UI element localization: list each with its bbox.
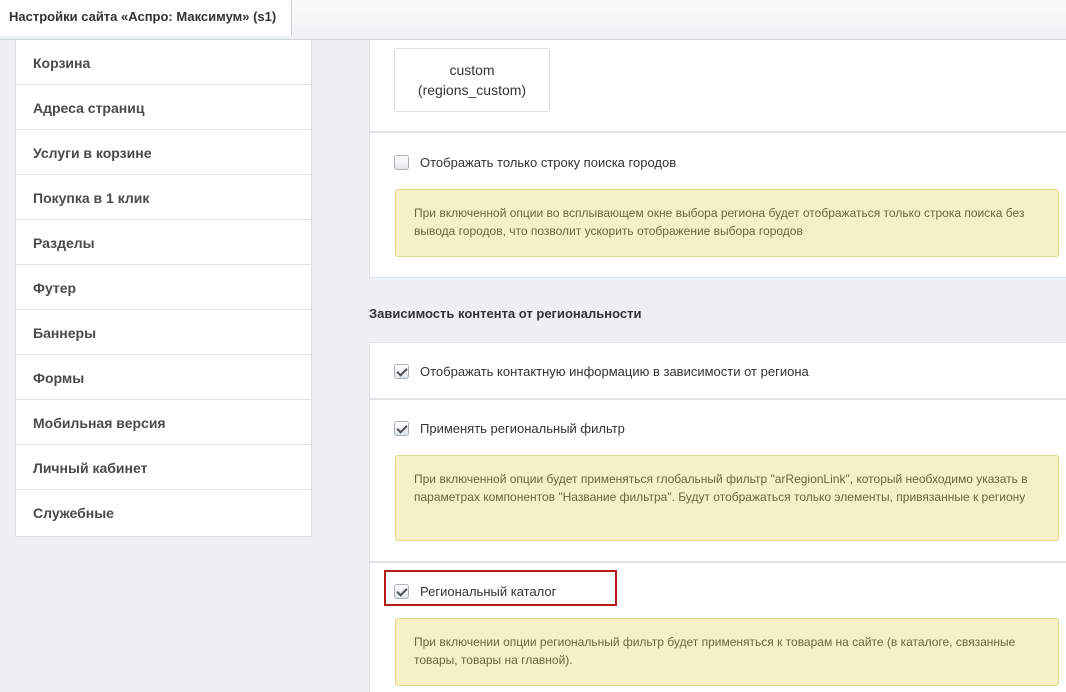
sidebar-item-account[interactable]: Личный кабинет [16, 445, 311, 490]
contacts-panel: Отображать контактную информацию в завис… [369, 342, 1066, 399]
sidebar-item-cart-services[interactable]: Услуги в корзине [16, 130, 311, 175]
sidebar-item-footer[interactable]: Футер [16, 265, 311, 310]
template-tile-code: (regions_custom) [417, 82, 527, 98]
top-tab-bar: Настройки сайта «Аспро: Максимум» (s1) [0, 0, 1066, 40]
template-tile-name: custom [449, 62, 495, 78]
sidebar-item-cart[interactable]: Корзина [16, 40, 311, 85]
regional-catalog-note: При включении опции региональный фильтр … [395, 618, 1059, 686]
section-title-regionality: Зависимость контента от региональности [369, 306, 642, 321]
regional-catalog-label: Региональный каталог [420, 583, 557, 599]
contacts-option[interactable]: Отображать контактную информацию в завис… [394, 362, 809, 380]
contacts-label: Отображать контактную информацию в завис… [420, 363, 809, 379]
regional-filter-option[interactable]: Применять региональный фильтр [394, 419, 625, 437]
regional-filter-note: При включенной опции будет применяться г… [395, 455, 1059, 541]
regional-catalog-panel: Региональный каталог При включении опции… [369, 562, 1066, 692]
search-only-note: При включенной опции во всплывающем окне… [395, 189, 1059, 257]
sidebar-item-page-addresses[interactable]: Адреса страниц [16, 85, 311, 130]
contacts-checkbox[interactable] [394, 363, 409, 379]
settings-content: custom (regions_custom) Отображать тольк… [369, 40, 1066, 692]
search-only-panel: Отображать только строку поиска городов … [369, 132, 1066, 278]
template-panel: custom (regions_custom) [369, 40, 1066, 132]
sidebar-item-forms[interactable]: Формы [16, 355, 311, 400]
settings-tab[interactable]: Настройки сайта «Аспро: Максимум» (s1) [0, 0, 292, 36]
search-only-label: Отображать только строку поиска городов [420, 154, 677, 170]
sidebar-item-service[interactable]: Служебные [16, 490, 311, 535]
sidebar-item-mobile[interactable]: Мобильная версия [16, 400, 311, 445]
regional-filter-label: Применять региональный фильтр [420, 420, 625, 436]
regional-catalog-option[interactable]: Региональный каталог [394, 582, 556, 600]
search-only-option[interactable]: Отображать только строку поиска городов [394, 153, 676, 171]
regional-filter-panel: Применять региональный фильтр При включе… [369, 399, 1066, 562]
sidebar-item-banners[interactable]: Баннеры [16, 310, 311, 355]
search-only-checkbox[interactable] [394, 154, 409, 170]
regional-catalog-checkbox[interactable] [394, 583, 409, 599]
regional-filter-checkbox[interactable] [394, 420, 409, 436]
sidebar-item-one-click[interactable]: Покупка в 1 клик [16, 175, 311, 220]
settings-sidebar: Корзина Адреса страниц Услуги в корзине … [15, 40, 312, 537]
sidebar-item-sections[interactable]: Разделы [16, 220, 311, 265]
template-tile-custom[interactable]: custom (regions_custom) [394, 48, 550, 112]
